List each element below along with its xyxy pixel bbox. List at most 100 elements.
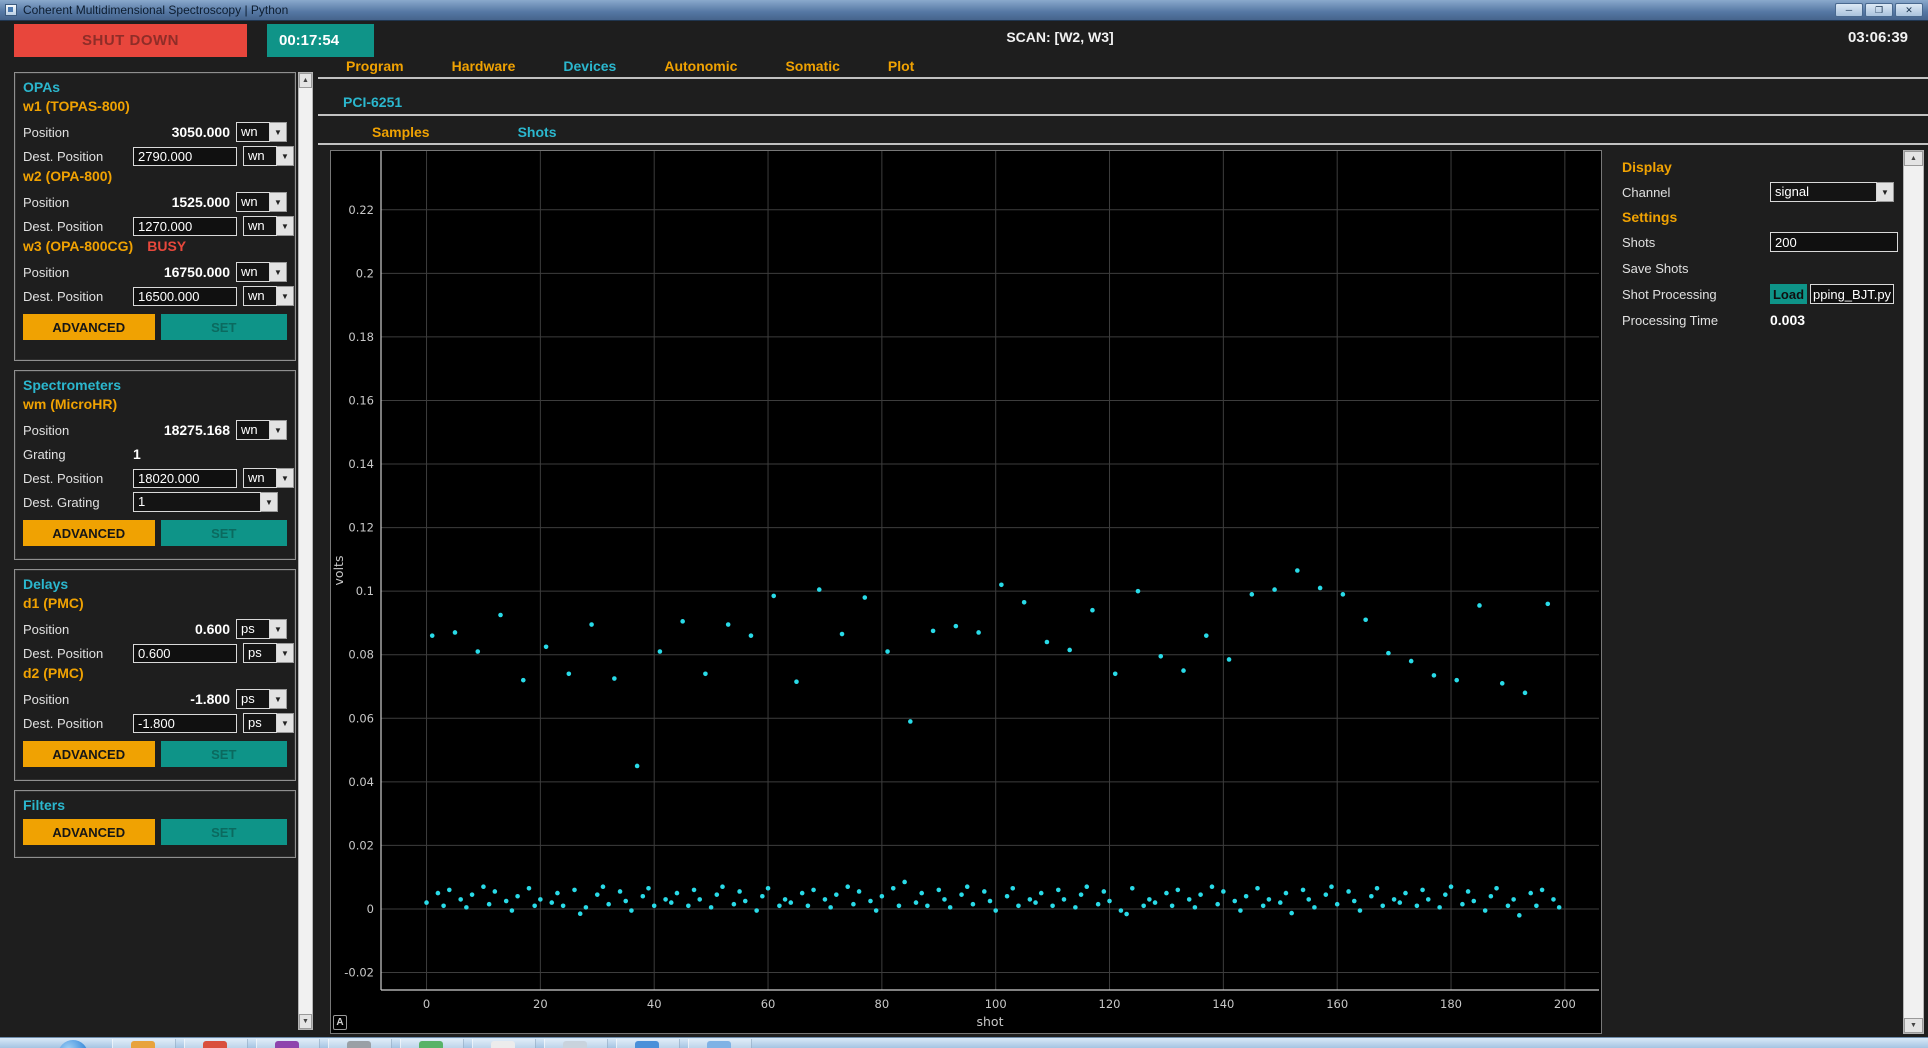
data-point <box>1409 659 1414 664</box>
menu-item-program[interactable]: Program <box>346 58 404 74</box>
unit-select-ps[interactable]: ps▼ <box>243 713 294 733</box>
taskbar-button[interactable] <box>184 1039 248 1048</box>
chevron-down-icon[interactable]: ▼ <box>1877 182 1894 202</box>
chevron-down-icon[interactable]: ▼ <box>270 689 287 709</box>
menu-item-autonomic[interactable]: Autonomic <box>664 58 737 74</box>
taskbar[interactable] <box>0 1037 1928 1048</box>
dest-position-input[interactable] <box>133 714 237 733</box>
unit-select-wn[interactable]: wn▼ <box>243 216 294 236</box>
taskbar-button[interactable] <box>616 1039 680 1048</box>
chevron-down-icon[interactable]: ▼ <box>270 420 287 440</box>
chevron-down-icon[interactable]: ▼ <box>277 468 294 488</box>
taskbar-app-icon <box>707 1041 731 1048</box>
load-button[interactable]: Load <box>1770 284 1807 304</box>
unit-select-wn[interactable]: wn▼ <box>243 146 294 166</box>
shots-input[interactable] <box>1770 232 1898 252</box>
chevron-down-icon[interactable]: ▼ <box>261 492 278 512</box>
taskbar-button[interactable] <box>256 1039 320 1048</box>
svg-text:0.08: 0.08 <box>348 648 374 662</box>
scroll-down-icon[interactable]: ▼ <box>1904 1018 1923 1033</box>
advanced-button[interactable]: ADVANCED <box>23 314 155 340</box>
set-button[interactable]: SET <box>161 314 287 340</box>
advanced-button[interactable]: ADVANCED <box>23 741 155 767</box>
tab-shots[interactable]: Shots <box>518 124 557 140</box>
data-point <box>703 671 708 676</box>
auto-range-button[interactable]: A <box>333 1015 347 1030</box>
data-point <box>1005 894 1010 899</box>
data-point <box>1511 897 1516 902</box>
position-value: 0.600 <box>133 621 230 637</box>
close-button[interactable]: ✕ <box>1895 3 1923 17</box>
chevron-down-icon[interactable]: ▼ <box>270 122 287 142</box>
data-point <box>447 888 452 893</box>
tab-samples[interactable]: Samples <box>372 124 430 140</box>
scroll-down-icon[interactable]: ▼ <box>299 1014 312 1029</box>
taskbar-button[interactable] <box>400 1039 464 1048</box>
chevron-down-icon[interactable]: ▼ <box>270 262 287 282</box>
shot-processing-file-input[interactable] <box>1810 284 1894 304</box>
data-point <box>1284 891 1289 896</box>
dest-grating-select[interactable]: 1▼ <box>133 492 278 512</box>
unit-select-ps[interactable]: ps▼ <box>236 689 287 709</box>
shutdown-button[interactable]: SHUT DOWN <box>14 24 247 57</box>
chevron-down-icon[interactable]: ▼ <box>270 192 287 212</box>
chevron-down-icon[interactable]: ▼ <box>277 713 294 733</box>
set-button[interactable]: SET <box>161 741 287 767</box>
data-point <box>1261 903 1266 908</box>
dest-position-input[interactable] <box>133 147 237 166</box>
restore-button[interactable]: ❐ <box>1865 3 1893 17</box>
set-button[interactable]: SET <box>161 520 287 546</box>
unit-select-wn[interactable]: wn▼ <box>236 262 287 282</box>
dest-position-input[interactable] <box>133 217 237 236</box>
data-point <box>914 900 919 905</box>
taskbar-button[interactable] <box>472 1039 536 1048</box>
unit-select-ps[interactable]: ps▼ <box>243 643 294 663</box>
titlebar[interactable]: Coherent Multidimensional Spectroscopy |… <box>0 0 1928 21</box>
chevron-down-icon[interactable]: ▼ <box>277 286 294 306</box>
channel-select[interactable]: signal ▼ <box>1770 182 1894 202</box>
menu-item-somatic[interactable]: Somatic <box>785 58 839 74</box>
data-point <box>1124 912 1129 917</box>
right-scrollbar[interactable]: ▲ ▼ <box>1903 150 1924 1034</box>
taskbar-button[interactable] <box>328 1039 392 1048</box>
menu-item-devices[interactable]: Devices <box>563 58 616 74</box>
dest-position-input[interactable] <box>133 644 237 663</box>
plot-container[interactable]: -0.0200.020.040.060.080.10.120.140.160.1… <box>330 150 1602 1034</box>
dest-position-input[interactable] <box>133 287 237 306</box>
scroll-up-icon[interactable]: ▲ <box>1904 151 1923 166</box>
scroll-up-icon[interactable]: ▲ <box>299 73 312 88</box>
data-point <box>1471 899 1476 904</box>
processing-time-row: Processing Time 0.003 <box>1622 307 1894 333</box>
chevron-down-icon[interactable]: ▼ <box>277 216 294 236</box>
data-point <box>777 903 782 908</box>
unit-select-wn[interactable]: wn▼ <box>236 192 287 212</box>
taskbar-button[interactable] <box>544 1039 608 1048</box>
data-point <box>1221 889 1226 894</box>
field-label: Dest. Position <box>23 716 133 731</box>
data-point <box>1460 902 1465 907</box>
data-point <box>1506 903 1511 908</box>
start-orb-icon[interactable] <box>58 1040 88 1048</box>
data-point <box>692 888 697 893</box>
menu-item-plot[interactable]: Plot <box>888 58 914 74</box>
dest-position-input[interactable] <box>133 469 237 488</box>
advanced-button[interactable]: ADVANCED <box>23 520 155 546</box>
chevron-down-icon[interactable]: ▼ <box>277 643 294 663</box>
unit-select-wn[interactable]: wn▼ <box>236 122 287 142</box>
chevron-down-icon[interactable]: ▼ <box>270 619 287 639</box>
unit-select-wn[interactable]: wn▼ <box>236 420 287 440</box>
taskbar-button[interactable] <box>112 1039 176 1048</box>
chevron-down-icon[interactable]: ▼ <box>277 146 294 166</box>
minimize-button[interactable]: ─ <box>1835 3 1863 17</box>
advanced-button[interactable]: ADVANCED <box>23 819 155 845</box>
sidebar-scrollbar[interactable]: ▲ ▼ <box>298 72 313 1030</box>
unit-select-ps[interactable]: ps▼ <box>236 619 287 639</box>
set-button[interactable]: SET <box>161 819 287 845</box>
taskbar-button[interactable] <box>688 1039 752 1048</box>
scatter-plot[interactable]: -0.0200.020.040.060.080.10.120.140.160.1… <box>331 151 1601 1033</box>
tab-pci-6251[interactable]: PCI-6251 <box>343 94 402 110</box>
data-point <box>982 889 987 894</box>
menu-item-hardware[interactable]: Hardware <box>452 58 516 74</box>
unit-select-wn[interactable]: wn▼ <box>243 286 294 306</box>
unit-select-wn[interactable]: wn▼ <box>243 468 294 488</box>
